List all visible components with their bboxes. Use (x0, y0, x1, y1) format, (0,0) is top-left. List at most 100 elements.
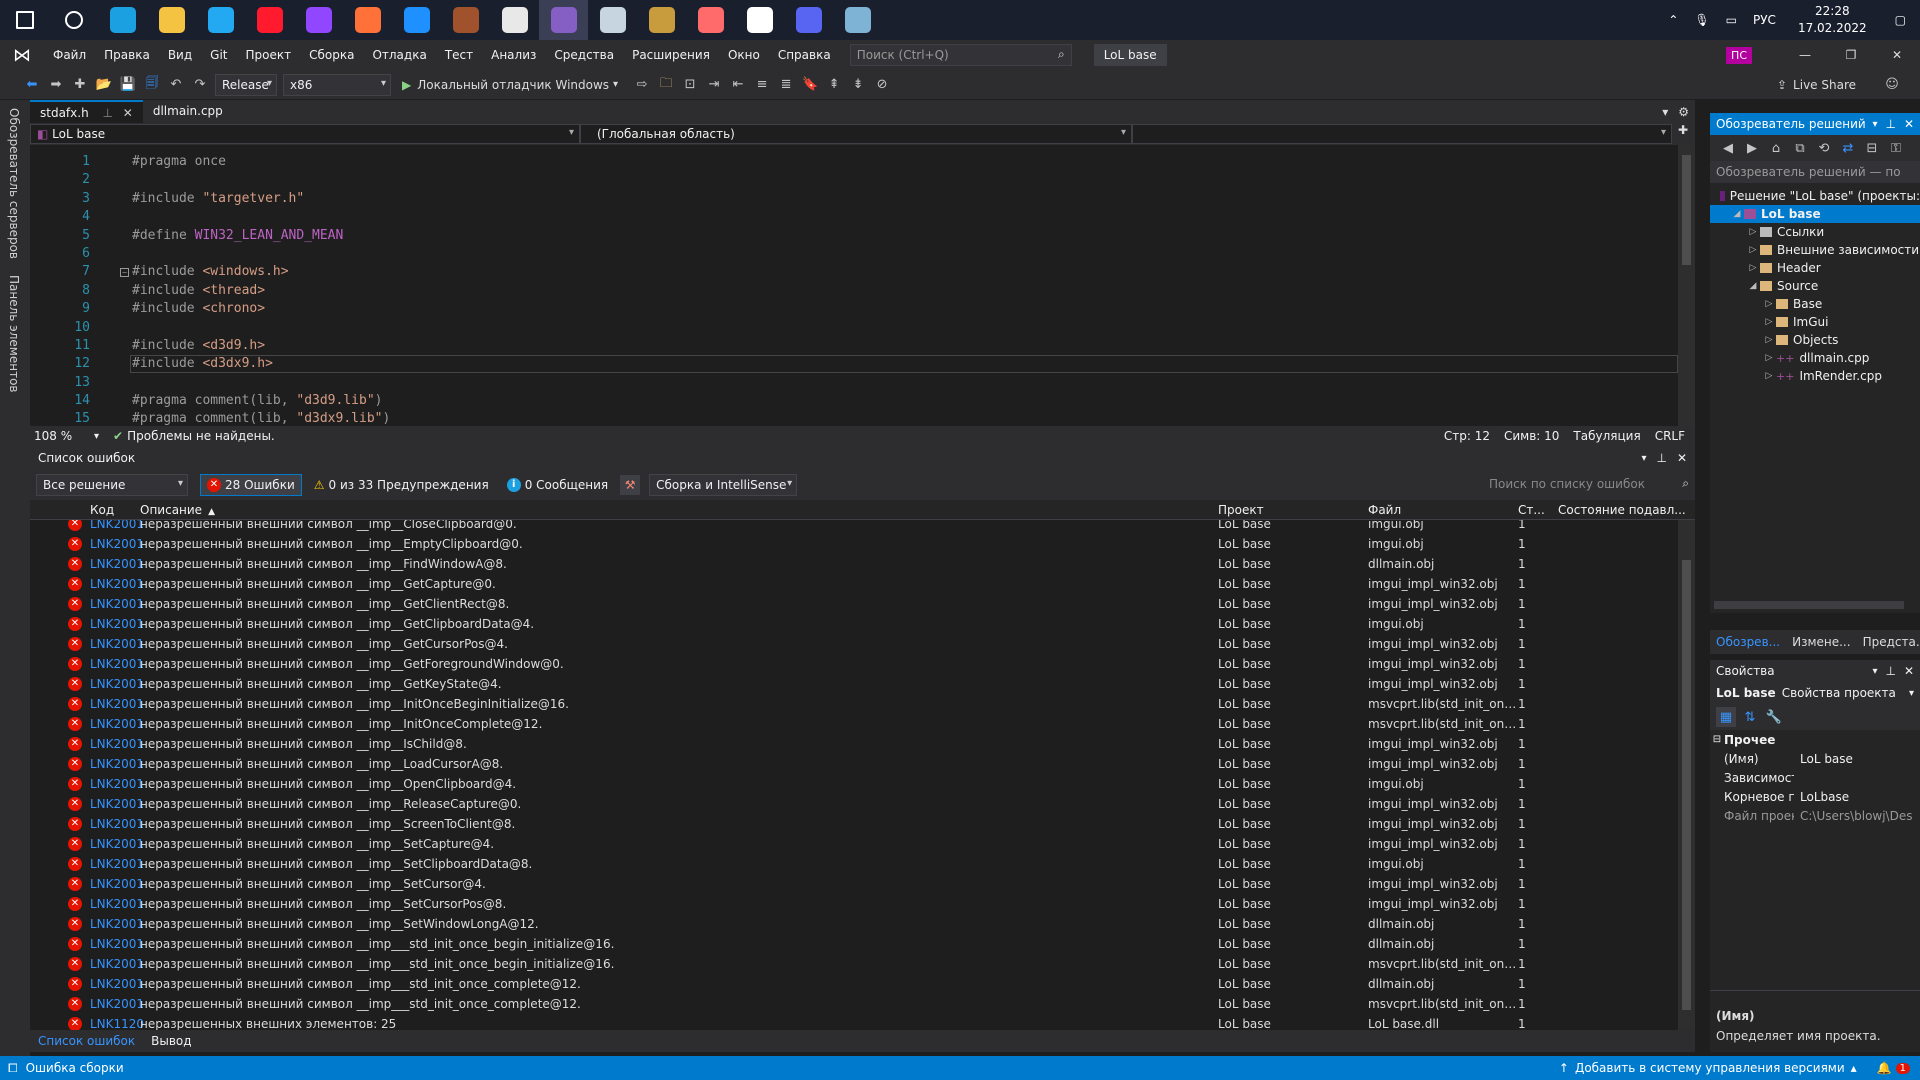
vscode-taskbar-button[interactable] (196, 0, 245, 40)
tab-solution-explorer[interactable]: Обозрев... (1710, 635, 1786, 649)
language-indicator[interactable]: РУС (1745, 13, 1784, 27)
edge-taskbar-button[interactable] (98, 0, 147, 40)
error-code-link[interactable]: LNK2001 (90, 797, 144, 811)
undo-icon[interactable]: ↶ (166, 75, 186, 95)
error-row[interactable]: ✕ LNK2001 неразрешенный внешний символ __i… (30, 814, 1695, 834)
user-badge[interactable]: ПС (1726, 46, 1752, 64)
back-icon[interactable]: ⬅ (22, 75, 42, 95)
menu-item[interactable]: Тест (436, 48, 482, 62)
errors-filter-button[interactable]: ✕ 28 Ошибки (200, 474, 302, 496)
app-taskbar-button[interactable] (490, 0, 539, 40)
open-icon[interactable]: 📂 (94, 75, 114, 95)
error-code-link[interactable]: LNK2001 (90, 877, 144, 891)
col-file-header[interactable]: Файл (1368, 503, 1518, 517)
app-taskbar-button[interactable] (392, 0, 441, 40)
source-control-button[interactable]: Добавить в систему управления версиями (1575, 1061, 1845, 1075)
tab-git-changes[interactable]: Измене... (1786, 635, 1856, 649)
alphabetical-icon[interactable]: ⇅ (1740, 707, 1760, 727)
collapse-icon[interactable]: − (120, 268, 129, 277)
tree-node[interactable]: ▷ ++ ImRender.cpp (1710, 367, 1920, 385)
error-row[interactable]: ✕ LNK2001 неразрешенный внешний символ __i… (30, 774, 1695, 794)
close-icon[interactable]: ✕ (1677, 451, 1687, 465)
tree-node[interactable]: ▷ Objects (1710, 331, 1920, 349)
col-indicator[interactable]: Симв: 10 (1504, 429, 1559, 443)
menu-item[interactable]: Проект (237, 48, 301, 62)
scope-filter-select[interactable]: Все решение (36, 474, 188, 496)
expanded-icon[interactable]: ◢ (1730, 209, 1744, 219)
error-code-link[interactable]: LNK2001 (90, 577, 144, 591)
steam-taskbar-button[interactable] (588, 0, 637, 40)
error-code-link[interactable]: LNK2001 (90, 617, 144, 631)
menu-item[interactable]: Расширения (623, 48, 719, 62)
solution-hscrollbar[interactable] (1714, 601, 1904, 609)
microphone-icon[interactable]: 🎙 (1686, 13, 1717, 27)
tree-node[interactable]: ◢ LoL base (1710, 205, 1920, 223)
feedback-icon[interactable]: ☺ (1882, 75, 1902, 95)
error-row[interactable]: ✕ LNK2001 неразрешенный внешний символ __i… (30, 520, 1695, 534)
error-code-link[interactable]: LNK2001 (90, 817, 144, 831)
property-row[interactable]: Зависимости п (1710, 768, 1920, 787)
error-row[interactable]: ✕ LNK2001 неразрешенный внешний символ __i… (30, 754, 1695, 774)
solution-search-input[interactable]: Обозреватель решений — по (1710, 161, 1920, 183)
comment-icon[interactable]: ≡ (752, 75, 772, 95)
error-row[interactable]: ✕ LNK2001 неразрешенный внешний символ __i… (30, 974, 1695, 994)
prev-bookmark-icon[interactable]: ⇞ (824, 75, 844, 95)
new-project-icon[interactable]: ✚ (70, 75, 90, 95)
error-code-link[interactable]: LNK1120 (90, 1017, 144, 1030)
save-all-icon[interactable]: 🗐 (142, 75, 162, 95)
line-indicator[interactable]: Стр: 12 (1444, 429, 1490, 443)
close-icon[interactable]: ✕ (1874, 48, 1920, 62)
notification-count[interactable]: 1 (1895, 1062, 1910, 1074)
twitch-taskbar-button[interactable] (294, 0, 343, 40)
error-row[interactable]: ✕ LNK2001 неразрешенный внешний символ __i… (30, 694, 1695, 714)
bookmark-icon[interactable]: 🔖 (800, 75, 820, 95)
indent-icon[interactable]: ⇥ (704, 75, 724, 95)
error-row[interactable]: ✕ LNK2001 неразрешенный внешний символ __i… (30, 534, 1695, 554)
shield-taskbar-button[interactable] (735, 0, 784, 40)
error-code-link[interactable]: LNK2001 (90, 717, 144, 731)
menu-item[interactable]: Git (201, 48, 236, 62)
error-row[interactable]: ✕ LNK2001 неразрешенный внешний символ __i… (30, 594, 1695, 614)
error-code-link[interactable]: LNK2001 (90, 837, 144, 851)
expanded-icon[interactable]: ◢ (1746, 281, 1760, 291)
close-icon[interactable]: ✕ (123, 106, 133, 120)
search-taskbar-button[interactable] (49, 0, 98, 40)
error-code-link[interactable]: LNK2001 (90, 737, 144, 751)
tree-node[interactable]: ◢ Source (1710, 277, 1920, 295)
tab-class-view[interactable]: Предста... (1857, 635, 1920, 649)
collapsed-icon[interactable]: ▷ (1762, 371, 1776, 381)
menu-item[interactable]: Вид (159, 48, 201, 62)
error-row[interactable]: ✕ LNK2001 неразрешенный внешний символ __i… (30, 654, 1695, 674)
tree-node[interactable]: ▷ Ссылки (1710, 223, 1920, 241)
error-row[interactable]: ✕ LNK2001 неразрешенный внешний символ __i… (30, 574, 1695, 594)
pin-icon[interactable]: ⊥ (103, 106, 113, 120)
firefox-taskbar-button[interactable] (343, 0, 392, 40)
error-code-link[interactable]: LNK2001 (90, 857, 144, 871)
code-editor[interactable]: 1 #pragma once 2 3 #include "targetver.h" 4 5 #… (30, 145, 1695, 426)
error-code-link[interactable]: LNK2001 (90, 520, 144, 531)
chevron-down-icon[interactable]: ▾ (1662, 105, 1668, 119)
uncomment-icon[interactable]: ≣ (776, 75, 796, 95)
close-icon[interactable]: ✕ (1904, 664, 1914, 678)
error-code-link[interactable]: LNK2001 (90, 657, 144, 671)
notifications-icon[interactable]: ▢ (1881, 13, 1920, 27)
menu-item[interactable]: Правка (95, 48, 159, 62)
split-icon[interactable]: ✚ (1678, 123, 1688, 145)
error-row[interactable]: ✕ LNK2001 неразрешенный внешний символ __i… (30, 554, 1695, 574)
app-taskbar-button[interactable] (686, 0, 735, 40)
error-code-link[interactable]: LNK2001 (90, 917, 144, 931)
error-code-link[interactable]: LNK2001 (90, 677, 144, 691)
project-combo[interactable]: ◧ LoL base (30, 124, 580, 144)
error-code-link[interactable]: LNK2001 (90, 897, 144, 911)
property-row[interactable]: Файл проектаC:\Users\blowj\Des (1710, 806, 1920, 825)
error-code-link[interactable]: LNK2001 (90, 997, 144, 1011)
chevron-up-icon[interactable]: ▴ (1851, 1061, 1857, 1075)
menu-item[interactable]: Окно (719, 48, 769, 62)
error-row[interactable]: ✕ LNK2001 неразрешенный внешний символ __i… (30, 994, 1695, 1014)
winrar-taskbar-button[interactable] (441, 0, 490, 40)
restore-icon[interactable]: ❐ (1828, 48, 1874, 62)
error-row[interactable]: ✕ LNK2001 неразрешенный внешний символ __i… (30, 914, 1695, 934)
col-state-header[interactable]: Состояние подавл... (1558, 503, 1686, 517)
collapse-all-icon[interactable]: ⊟ (1862, 138, 1882, 158)
error-row[interactable]: ✕ LNK2001 неразрешенный внешний символ __i… (30, 794, 1695, 814)
